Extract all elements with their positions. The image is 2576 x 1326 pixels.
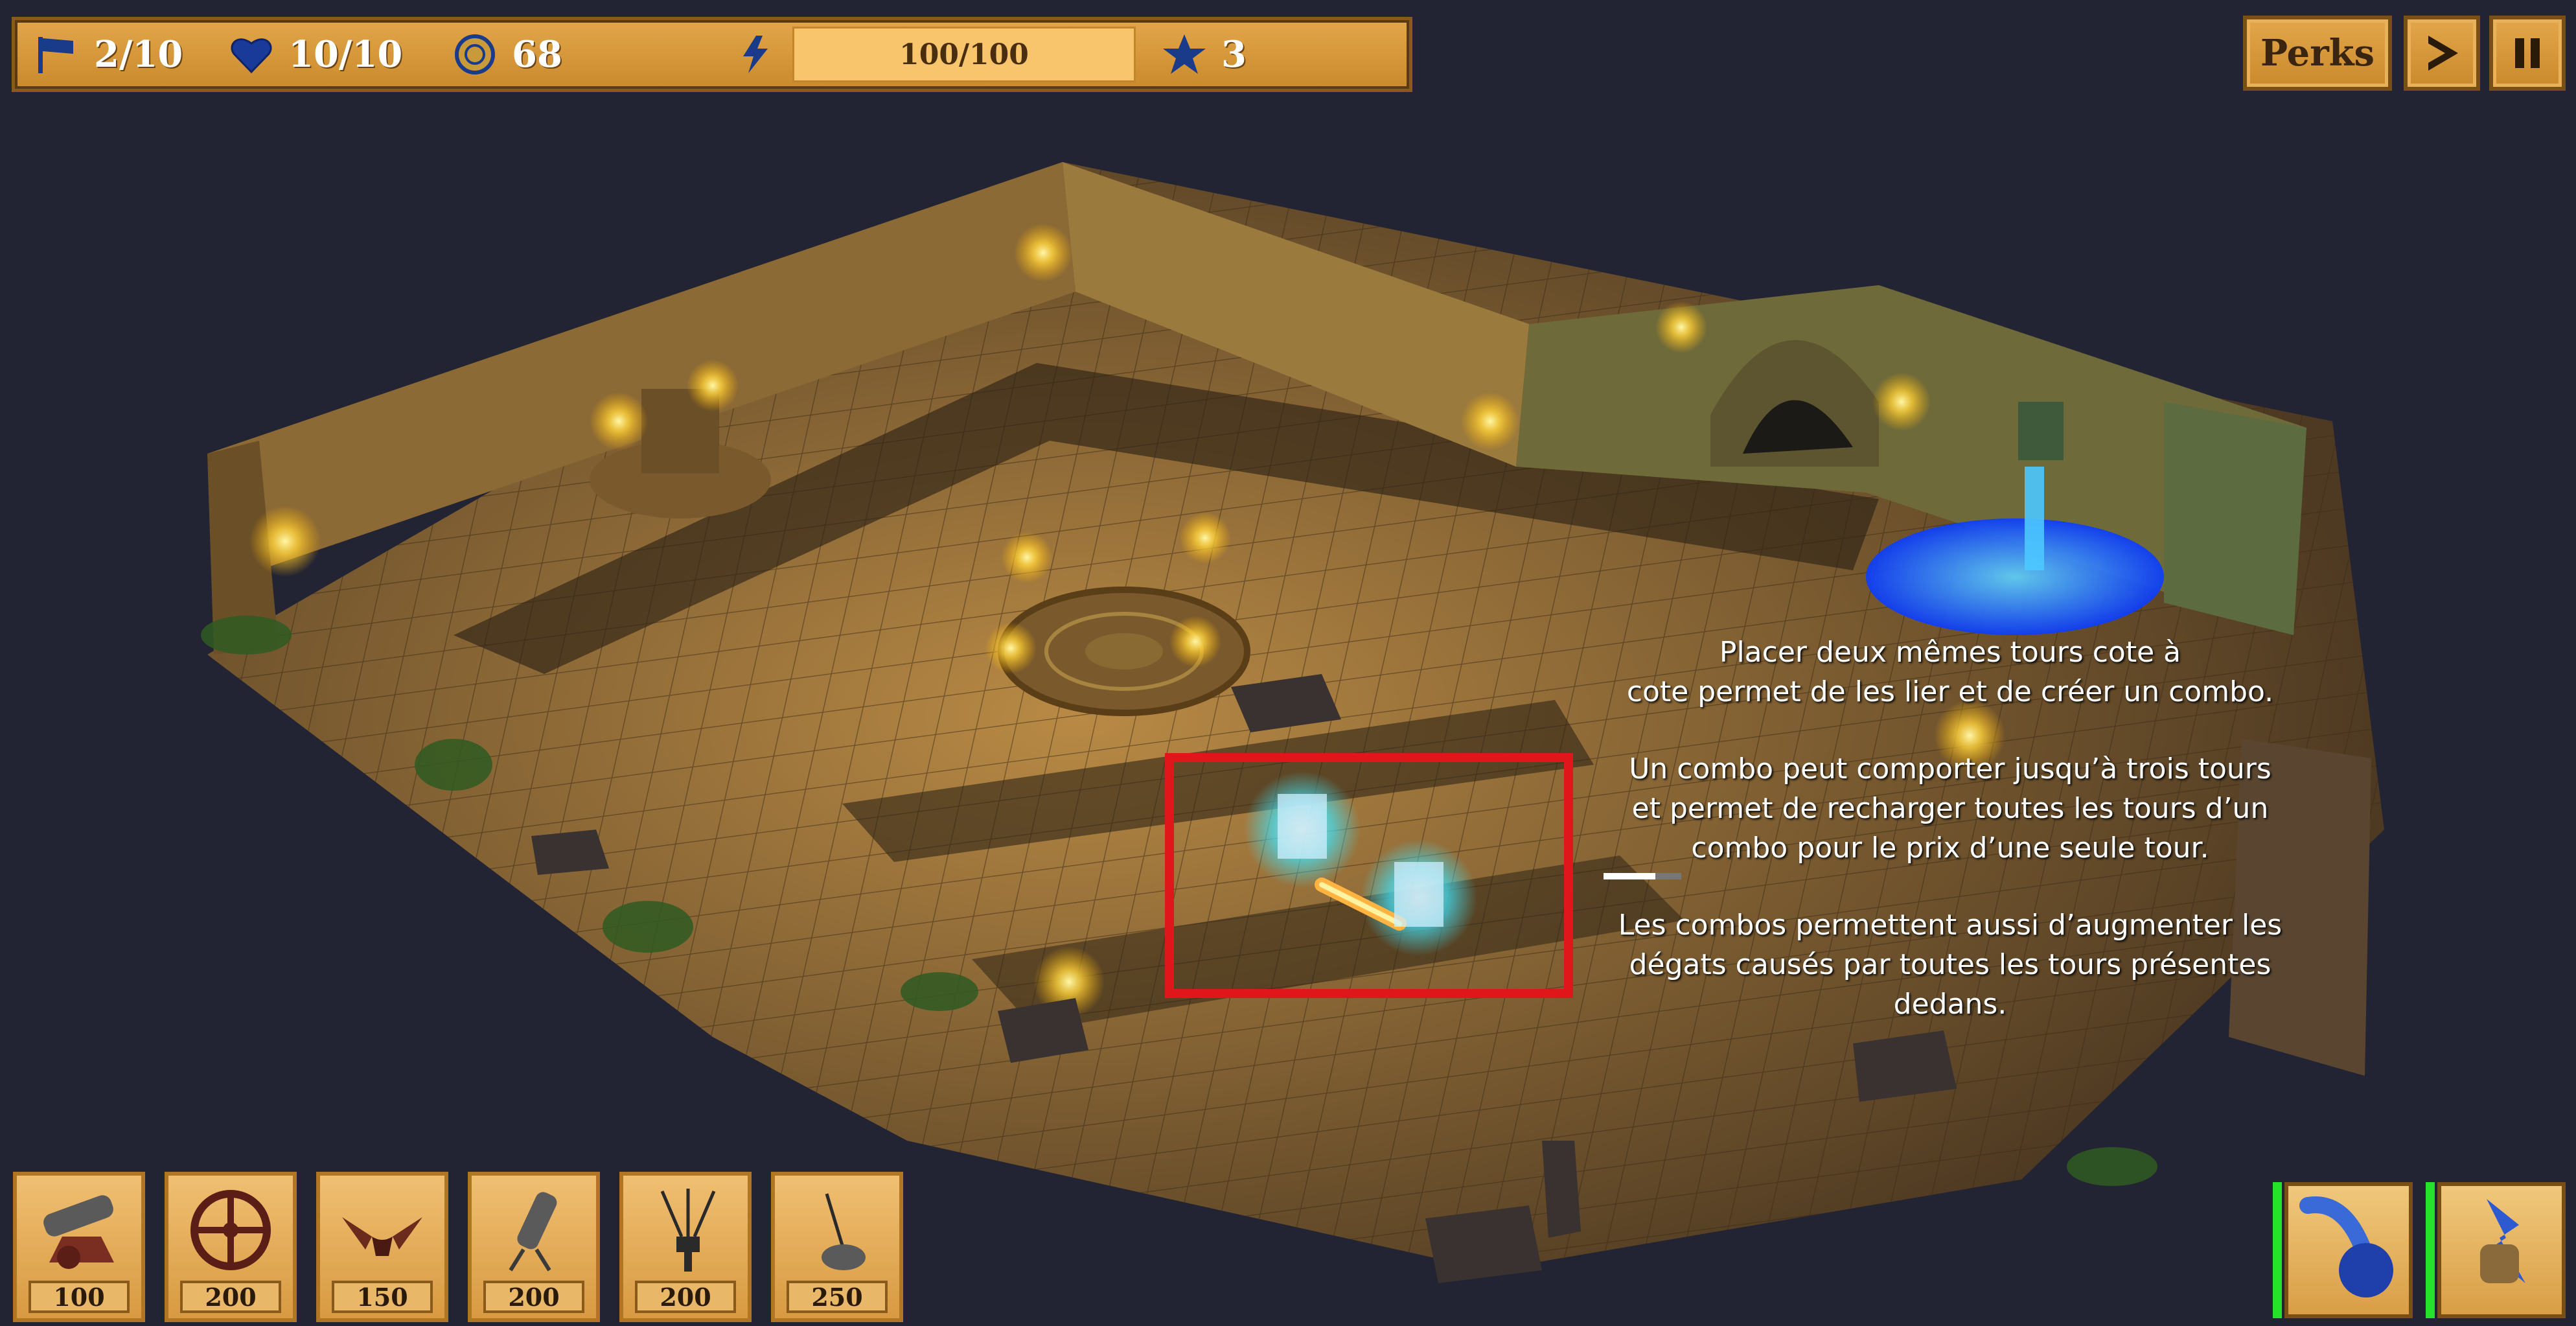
energy-bar: 100/100 (792, 27, 1136, 82)
tower-price: 200 (635, 1281, 736, 1313)
tower-slot-catapult[interactable]: 250 (771, 1172, 903, 1322)
play-icon (2428, 36, 2458, 71)
tower-price: 100 (29, 1281, 130, 1313)
lives-value: 10/10 (288, 33, 403, 76)
perks-button[interactable]: Perks (2243, 16, 2392, 91)
stars-counter: 3 (1162, 20, 1247, 89)
catapult-icon (822, 1193, 866, 1270)
ability-meteor-button[interactable] (2284, 1182, 2413, 1318)
tower-slot-wheel[interactable]: 200 (165, 1172, 297, 1322)
lightning-fist-icon (2480, 1199, 2525, 1283)
top-hud: 2/10 10/10 68 100/100 3 (12, 17, 1412, 92)
tutorial-paragraph-1: Placer deux mêmes tours cote à cote perm… (1626, 636, 2274, 708)
mortar-icon (509, 1192, 557, 1272)
perks-label: Perks (2260, 32, 2375, 75)
tower-slot-flamethrower[interactable]: 150 (316, 1172, 448, 1322)
crosshair-wheel-icon (190, 1190, 271, 1270)
tutorial-highlight-box (1165, 753, 1573, 998)
star-icon (1163, 34, 1206, 74)
flamethrower-icon (342, 1217, 422, 1256)
pause-button[interactable] (2489, 16, 2566, 91)
gold-value: 68 (512, 33, 562, 76)
tower-price: 150 (332, 1281, 433, 1313)
tower-price: 200 (483, 1281, 584, 1313)
coin-icon (455, 34, 495, 75)
tower-price: 200 (180, 1281, 281, 1313)
cannon-icon (43, 1195, 114, 1269)
ability-ready-bar (2273, 1182, 2282, 1318)
tower-slot-mortar[interactable]: 200 (468, 1172, 600, 1322)
play-button[interactable] (2404, 16, 2480, 91)
lightning-icon (743, 36, 768, 73)
tutorial-paragraph-2: Un combo peut comporter jusqu’à trois to… (1629, 752, 2271, 865)
ability-lightning-fist-button[interactable] (2437, 1182, 2566, 1318)
tower-slot-lightning[interactable]: 200 (619, 1172, 752, 1322)
wave-counter: 2/10 (34, 20, 183, 89)
tutorial-text: Placer deux mêmes tours cote à cote perm… (1594, 633, 2306, 1062)
lives-counter: 10/10 (229, 20, 402, 89)
tutorial-paragraph-3: Les combos permettent aussi d’augmenter … (1618, 909, 2283, 1021)
pause-icon (2515, 38, 2540, 68)
lightning-rod-icon (660, 1189, 716, 1272)
ability-ready-bar (2426, 1182, 2435, 1318)
tower-slot-cannon[interactable]: 100 (13, 1172, 145, 1322)
energy-label (734, 20, 779, 89)
gold-counter: 68 (452, 20, 562, 89)
stars-value: 3 (1221, 33, 1247, 76)
energy-value: 100/100 (899, 38, 1029, 71)
wave-value: 2/10 (94, 33, 183, 76)
meteor-icon (2299, 1196, 2393, 1297)
tower-price: 250 (787, 1281, 888, 1313)
heart-icon (231, 38, 272, 74)
flag-icon (38, 37, 73, 73)
